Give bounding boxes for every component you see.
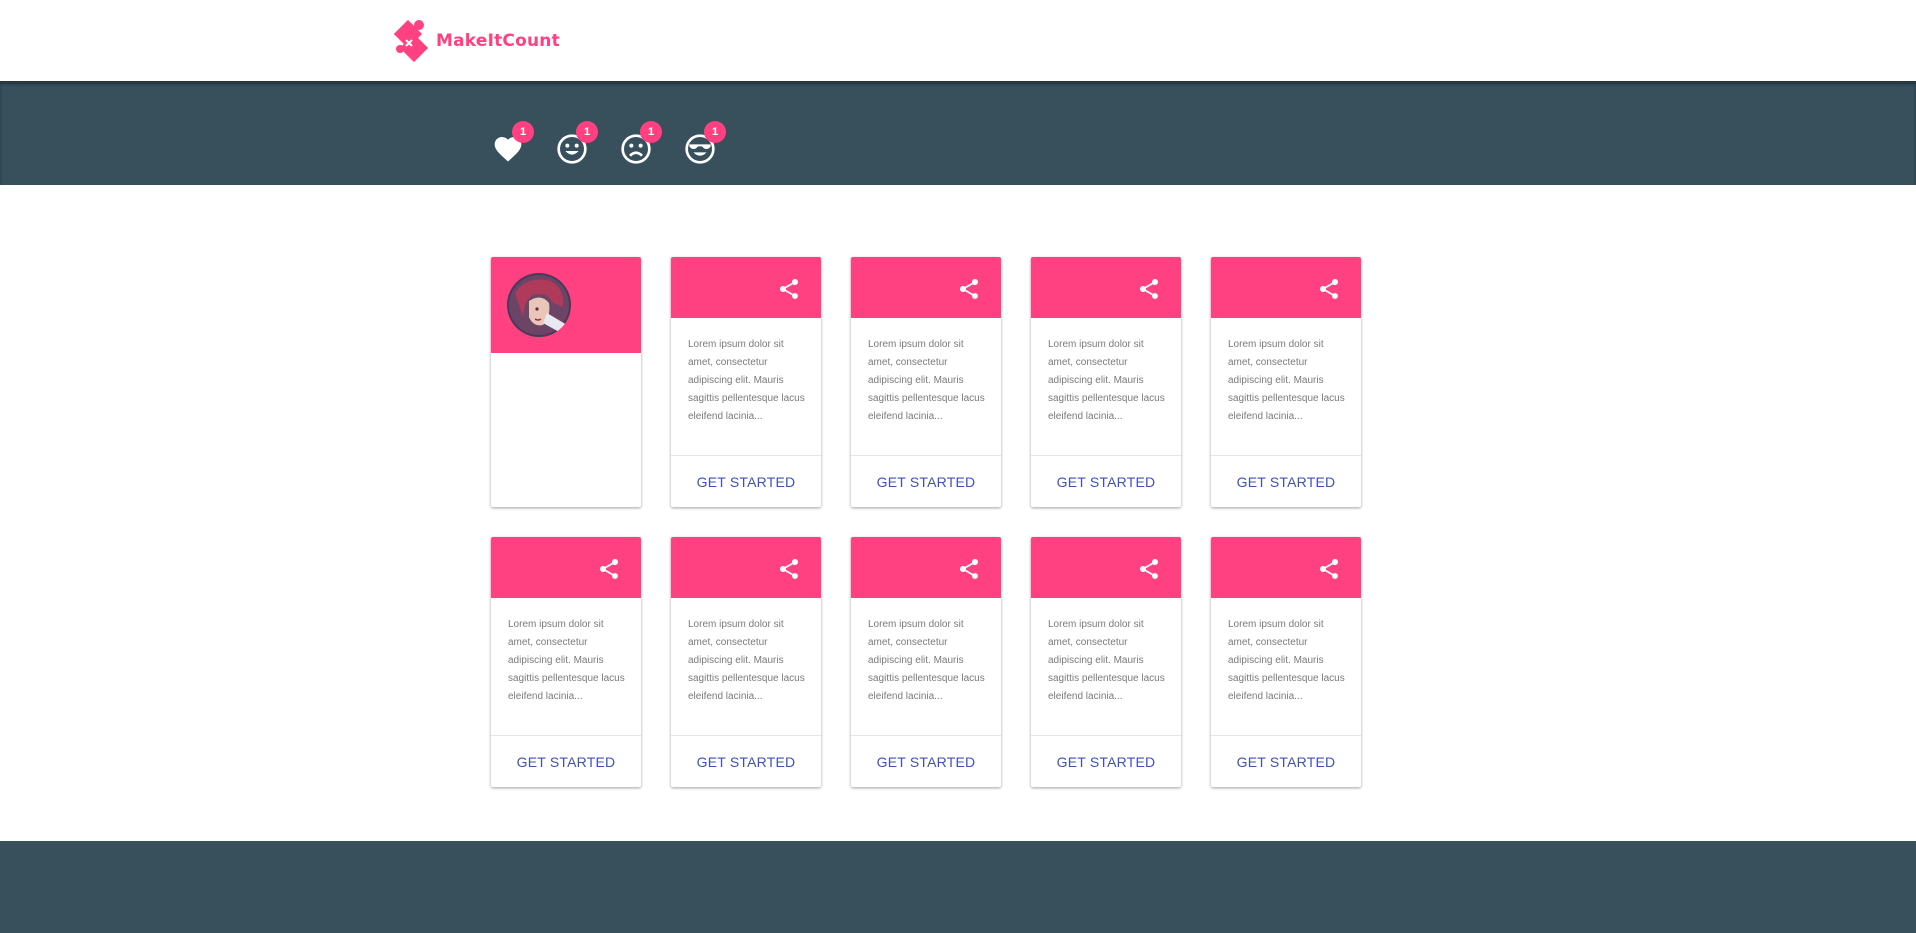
- share-icon: [600, 559, 618, 579]
- content-card: Lorem ipsum dolor sit amet, consectetur …: [851, 537, 1001, 787]
- card-header: [1031, 257, 1181, 318]
- share-icon: [1140, 279, 1158, 299]
- content-card: Lorem ipsum dolor sit amet, consectetur …: [1031, 537, 1181, 787]
- get-started-button[interactable]: GET STARTED: [851, 736, 1001, 787]
- top-bar: MakeItCount: [0, 0, 1916, 81]
- brand-name: MakeItCount: [436, 31, 560, 51]
- share-button[interactable]: [1137, 277, 1161, 301]
- share-button[interactable]: [957, 277, 981, 301]
- stat-smile[interactable]: 1: [554, 121, 598, 167]
- share-button[interactable]: [597, 557, 621, 581]
- stat-heart[interactable]: 1: [490, 121, 534, 167]
- share-icon: [1320, 559, 1338, 579]
- card-description: Lorem ipsum dolor sit amet, consectetur …: [1228, 339, 1345, 422]
- avatar-image: [507, 273, 571, 337]
- share-icon: [960, 279, 978, 299]
- card-description: Lorem ipsum dolor sit amet, consectetur …: [688, 339, 805, 422]
- card-description: Lorem ipsum dolor sit amet, consectetur …: [868, 339, 985, 422]
- profile-card: [491, 257, 641, 507]
- stats-band: [0, 81, 1916, 185]
- stat-frown[interactable]: 1: [618, 121, 662, 167]
- card-description: Lorem ipsum dolor sit amet, consectetur …: [868, 619, 985, 702]
- share-icon: [780, 559, 798, 579]
- share-icon: [1140, 559, 1158, 579]
- card-description: Lorem ipsum dolor sit amet, consectetur …: [688, 619, 805, 702]
- content-card: Lorem ipsum dolor sit amet, consectetur …: [671, 257, 821, 507]
- footer: [0, 841, 1916, 933]
- card-description: Lorem ipsum dolor sit amet, consectetur …: [1228, 619, 1345, 702]
- content-card: Lorem ipsum dolor sit amet, consectetur …: [1211, 257, 1361, 507]
- get-started-button[interactable]: GET STARTED: [1031, 456, 1181, 507]
- stat-cool[interactable]: 1: [682, 121, 726, 167]
- card-description: Lorem ipsum dolor sit amet, consectetur …: [1048, 619, 1165, 702]
- avatar[interactable]: [507, 273, 571, 337]
- card-header: [851, 257, 1001, 318]
- get-started-button[interactable]: GET STARTED: [1031, 736, 1181, 787]
- get-started-button[interactable]: GET STARTED: [671, 736, 821, 787]
- share-icon: [960, 559, 978, 579]
- card-header: [1211, 537, 1361, 598]
- card-description: Lorem ipsum dolor sit amet, consectetur …: [508, 619, 625, 702]
- card-header: [671, 257, 821, 318]
- stat-count-badge: 1: [704, 121, 726, 143]
- share-button[interactable]: [1317, 557, 1341, 581]
- content-card: Lorem ipsum dolor sit amet, consectetur …: [1031, 257, 1181, 507]
- share-icon: [1320, 279, 1338, 299]
- share-button[interactable]: [957, 557, 981, 581]
- puzzle-logo-icon: [393, 19, 429, 63]
- stat-count-badge: 1: [576, 121, 598, 143]
- share-button[interactable]: [1317, 277, 1341, 301]
- share-button[interactable]: [1137, 557, 1161, 581]
- content-card: Lorem ipsum dolor sit amet, consectetur …: [491, 537, 641, 787]
- card-header: [671, 537, 821, 598]
- share-icon: [780, 279, 798, 299]
- get-started-button[interactable]: GET STARTED: [1211, 736, 1361, 787]
- card-header: [1031, 537, 1181, 598]
- get-started-button[interactable]: GET STARTED: [851, 456, 1001, 507]
- share-button[interactable]: [777, 277, 801, 301]
- get-started-button[interactable]: GET STARTED: [1211, 456, 1361, 507]
- get-started-button[interactable]: GET STARTED: [491, 736, 641, 787]
- card-header: [851, 537, 1001, 598]
- content-card: Lorem ipsum dolor sit amet, consectetur …: [851, 257, 1001, 507]
- stat-count-badge: 1: [640, 121, 662, 143]
- profile-card-header: [491, 257, 641, 353]
- content-card: Lorem ipsum dolor sit amet, consectetur …: [671, 537, 821, 787]
- card-description: Lorem ipsum dolor sit amet, consectetur …: [1048, 339, 1165, 422]
- content-card: Lorem ipsum dolor sit amet, consectetur …: [1211, 537, 1361, 787]
- card-header: [491, 537, 641, 598]
- brand-logo[interactable]: MakeItCount: [392, 16, 560, 66]
- stat-count-badge: 1: [512, 121, 534, 143]
- get-started-button[interactable]: GET STARTED: [671, 456, 821, 507]
- share-button[interactable]: [777, 557, 801, 581]
- card-header: [1211, 257, 1361, 318]
